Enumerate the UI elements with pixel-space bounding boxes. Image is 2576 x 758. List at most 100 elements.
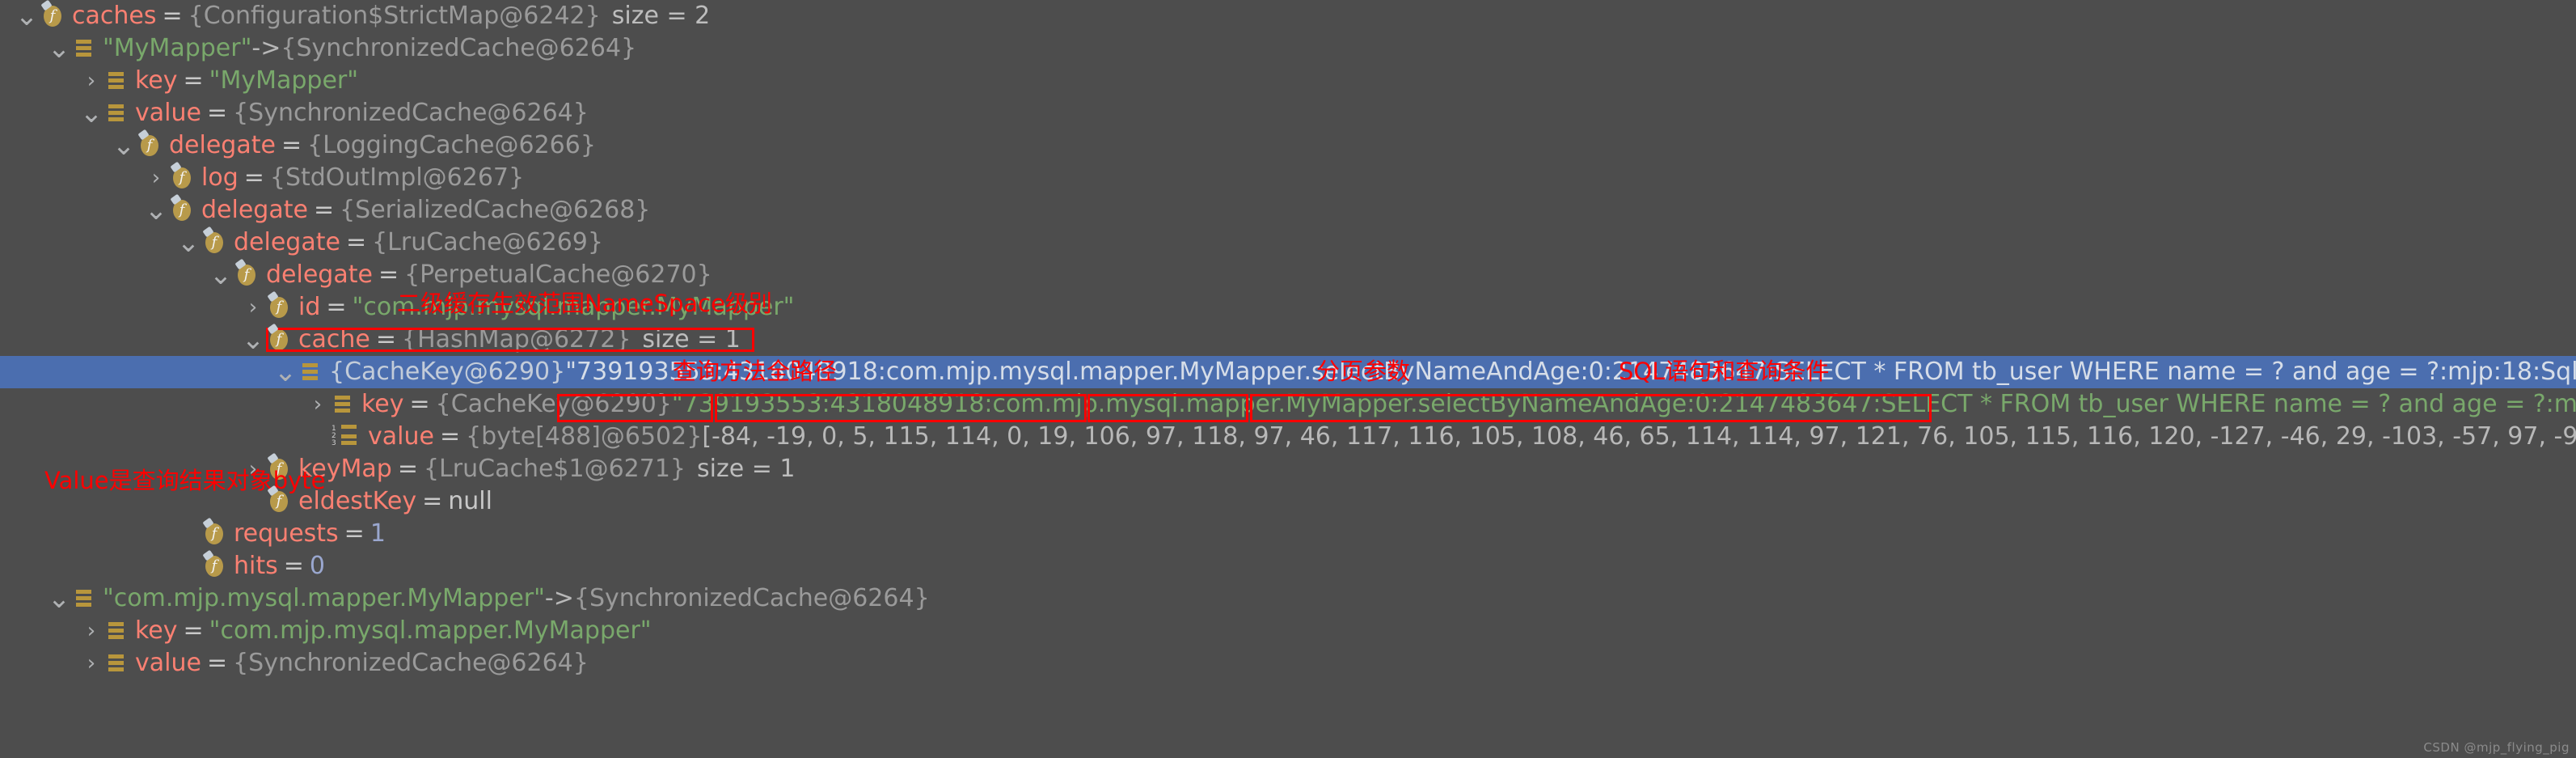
chevron-right-icon[interactable]: › [142,162,170,194]
tree-row[interactable]: requests=1 [0,517,2576,550]
chevron-down-icon[interactable]: ⌄ [272,358,299,386]
size-meta: size = 2 [611,2,711,30]
equals-sign: = [313,196,335,224]
tree-row[interactable]: ›keyMap={LruCache$1@6271}size = 1 [0,452,2576,485]
arrow-separator: -> [251,34,281,62]
equals-sign: = [409,390,430,418]
tree-row[interactable]: › key = "com.mjp.mysql.mapper.MyMapper" [0,615,2576,647]
equals-sign: = [183,66,204,95]
tree-row[interactable]: ⌄ {CacheKey@6290} "739193553:4318048918:c… [0,356,2576,388]
field-name: value [135,649,201,677]
map-entry-icon [73,586,94,611]
pin-icon [202,517,214,529]
chevron-down-icon[interactable]: ⌄ [45,585,73,612]
chevron-down-icon[interactable]: ⌄ [239,326,267,354]
map-entry-icon [73,36,94,61]
tree-row[interactable]: › log={StdOutImpl@6267} [0,161,2576,194]
object-reference: {Configuration$StrictMap@6242} [188,2,601,30]
string-value: "MyMapper" [209,66,359,95]
chevron-down-icon[interactable]: ⌄ [142,197,170,224]
tree-row[interactable]: ⌄ delegate={LruCache@6269} [0,226,2576,259]
annotation-sql-and-conditions: SQL语句和查询条件 [1619,358,1830,385]
field-icon [202,549,226,578]
annotation-pagination-params: 分页参数 [1316,358,1411,385]
annotation-query-method-path: 查询方法全路径 [673,358,838,385]
chevron-right-icon[interactable]: › [78,647,105,680]
field-name: key [361,390,404,418]
pin-icon [202,549,214,561]
tree-row[interactable]: ⌄ cache={HashMap@6272} size = 1 [0,323,2576,356]
chevron-down-icon[interactable]: ⌄ [13,2,40,30]
object-reference: {SynchronizedCache@6264} [281,34,637,62]
field-icon [137,129,162,158]
chevron-right-icon[interactable]: › [78,615,105,647]
chevron-right-icon[interactable]: › [78,65,105,97]
equals-sign: = [344,519,365,548]
chevron-right-icon[interactable]: › [304,388,332,421]
chevron-right-icon[interactable]: › [239,291,267,324]
string-value: "com.mjp.mysql.mapper.MyMapper" [103,584,545,612]
chevron-down-icon[interactable]: ⌄ [175,229,202,256]
equals-sign: = [206,649,228,677]
equals-sign: = [206,99,228,127]
tree-row[interactable]: ⌄ value = {SynchronizedCache@6264} [0,97,2576,129]
pin-icon [267,452,279,464]
equals-sign: = [378,260,399,289]
chevron-down-icon[interactable]: ⌄ [207,261,234,289]
tree-row[interactable]: eldestKey=null [0,485,2576,518]
object-reference: {CacheKey@6290} [435,390,672,418]
pin-icon [267,290,279,303]
map-entry-icon [299,360,320,384]
chevron-down-icon[interactable]: ⌄ [78,100,105,127]
field-name: id [298,293,321,321]
equals-sign: = [162,2,183,30]
field-name: key [135,66,178,95]
object-reference: {SynchronizedCache@6264} [233,649,589,677]
equals-sign: = [439,422,461,451]
string-value: "739193553:4318048918:com.mjp.mysql.mapp… [671,390,2576,418]
object-reference: {PerpetualCache@6270} [404,260,712,289]
field-icon [40,0,65,28]
arrow-separator: -> [544,584,574,612]
tree-row[interactable]: › key = "MyMapper" [0,65,2576,97]
tree-row[interactable]: 1 2 3 value = {byte[488]@6502} [-84, -19, 0… [0,421,2576,453]
tree-row[interactable]: hits=0 [0,549,2576,582]
object-reference: {SerializedCache@6268} [340,196,651,224]
pin-icon [234,258,247,270]
object-reference: {LruCache$1@6271} [423,455,686,483]
tree-row[interactable]: ›id="com.mjp.mysql.mapper.MyMapper" [0,290,2576,324]
field-icon [202,226,226,255]
tree-row[interactable]: ⌄ delegate={SerializedCache@6268} [0,193,2576,227]
tree-row[interactable]: ⌄ caches={Configuration$StrictMap@6242} si… [0,0,2576,32]
string-value: "com.mjp.mysql.mapper.MyMapper" [209,616,652,645]
tree-row[interactable]: ⌄ delegate={LoggingCache@6266} [0,129,2576,162]
tree-row[interactable]: › key = {CacheKey@6290} "739193553:43180489… [0,388,2576,421]
field-name: delegate [201,196,308,224]
size-meta: size = 1 [697,455,796,483]
equals-sign: = [397,455,418,483]
equals-sign: = [375,325,396,354]
object-reference: {StdOutImpl@6267} [269,163,525,192]
map-entry-icon [332,392,353,417]
map-entry-icon [105,651,126,675]
field-icon [170,193,194,222]
null-literal: null [448,487,492,515]
field-icon [170,161,194,190]
object-reference: {SynchronizedCache@6264} [573,584,930,612]
variables-tree[interactable]: ⌄caches={Configuration$StrictMap@6242}si… [0,0,2576,680]
tree-row[interactable]: ⌄ "com.mjp.mysql.mapper.MyMapper" -> {Syn… [0,582,2576,615]
field-name: caches [72,2,157,30]
equals-sign: = [243,163,264,192]
chevron-down-icon[interactable]: ⌄ [110,132,137,159]
tree-row[interactable]: ⌄ "MyMapper" -> {SynchronizedCache@6264} [0,32,2576,65]
field-name: key [135,616,178,645]
equals-sign: = [326,293,347,321]
pin-icon [170,161,182,173]
field-name: hits [234,552,278,580]
size-meta: size = 1 [642,325,741,354]
cache-key-string: "739193553:4318048918:com.mjp.mysql.mapp… [565,358,2576,386]
chevron-down-icon[interactable]: ⌄ [45,35,73,62]
field-name: delegate [234,228,340,256]
tree-row[interactable]: ⌄ delegate={PerpetualCache@6270} [0,258,2576,291]
tree-row[interactable]: › value = {SynchronizedCache@6264} [0,647,2576,680]
